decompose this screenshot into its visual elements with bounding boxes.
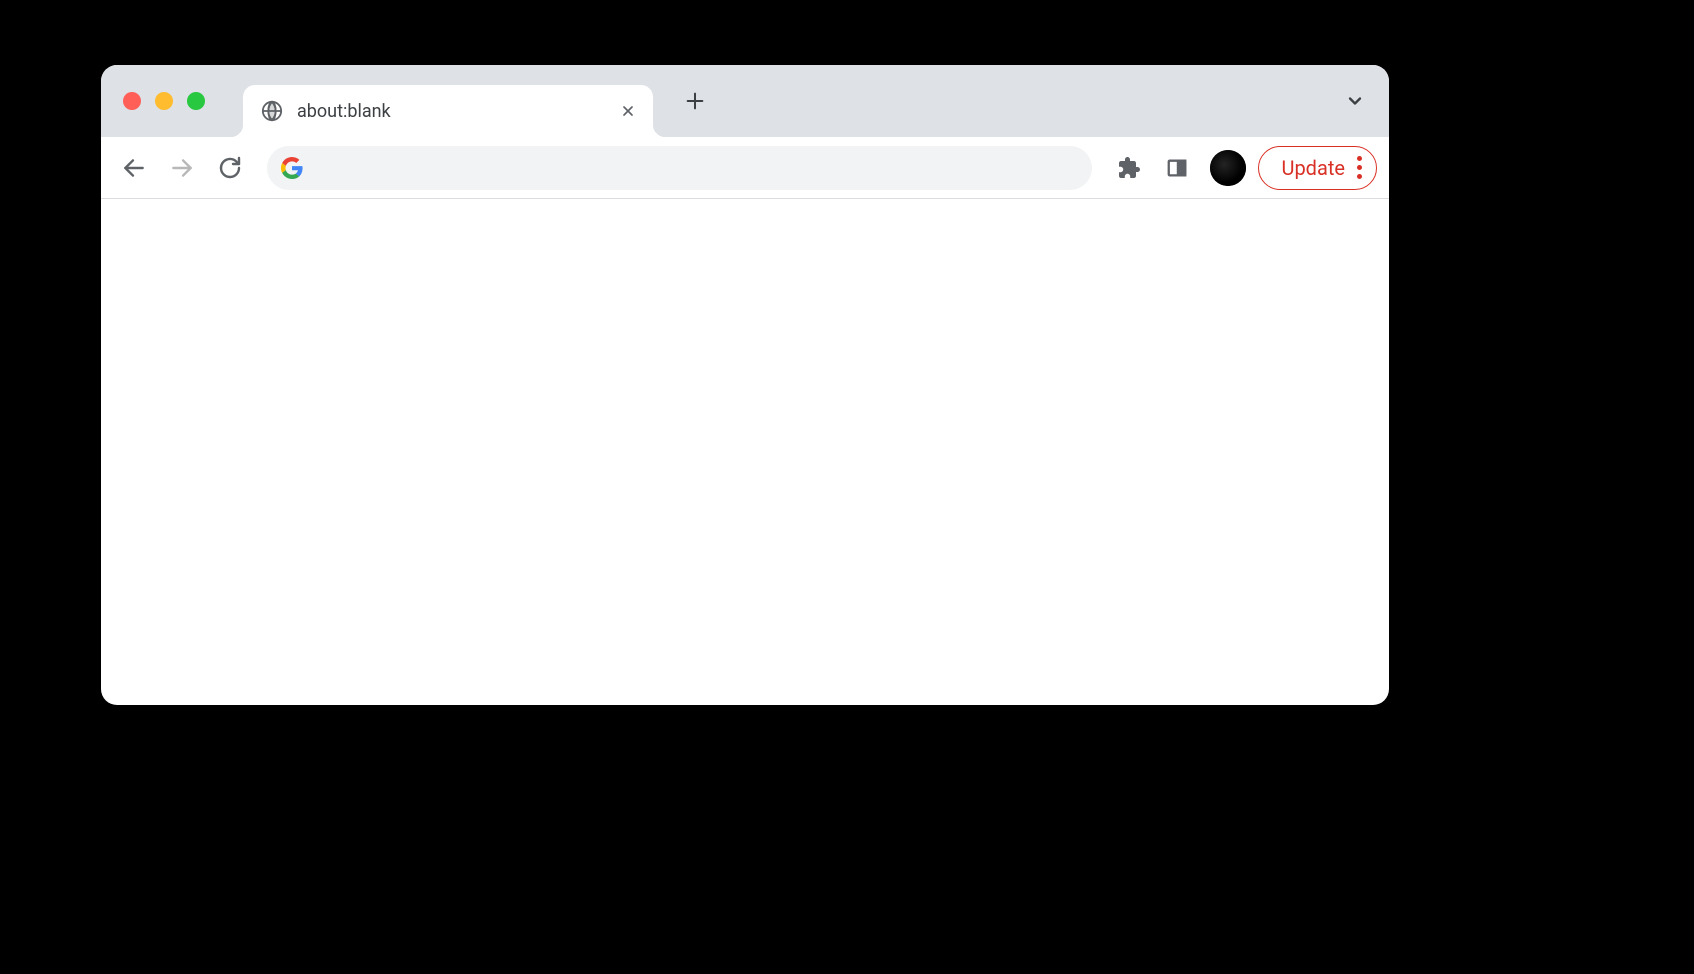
minimize-window-button[interactable] [155, 92, 173, 110]
window-controls [123, 92, 205, 110]
maximize-window-button[interactable] [187, 92, 205, 110]
google-search-icon [281, 157, 303, 179]
tab-strip: about:blank [101, 65, 1389, 137]
address-input[interactable] [313, 157, 1078, 178]
globe-icon [261, 100, 283, 122]
close-window-button[interactable] [123, 92, 141, 110]
toolbar: Update [101, 137, 1389, 199]
new-tab-button[interactable] [675, 81, 715, 121]
forward-button[interactable] [161, 147, 203, 189]
extensions-button[interactable] [1108, 147, 1150, 189]
side-panel-button[interactable] [1156, 147, 1198, 189]
close-tab-button[interactable] [617, 100, 639, 122]
back-button[interactable] [113, 147, 155, 189]
update-button[interactable]: Update [1258, 146, 1377, 190]
profile-avatar[interactable] [1210, 150, 1246, 186]
address-bar[interactable] [267, 146, 1092, 190]
tab-search-button[interactable] [1335, 81, 1375, 121]
more-icon [1357, 156, 1362, 179]
tab-title: about:blank [297, 101, 603, 122]
browser-window: about:blank [101, 65, 1389, 705]
update-label: Update [1281, 156, 1345, 180]
browser-tab[interactable]: about:blank [243, 85, 653, 137]
reload-button[interactable] [209, 147, 251, 189]
